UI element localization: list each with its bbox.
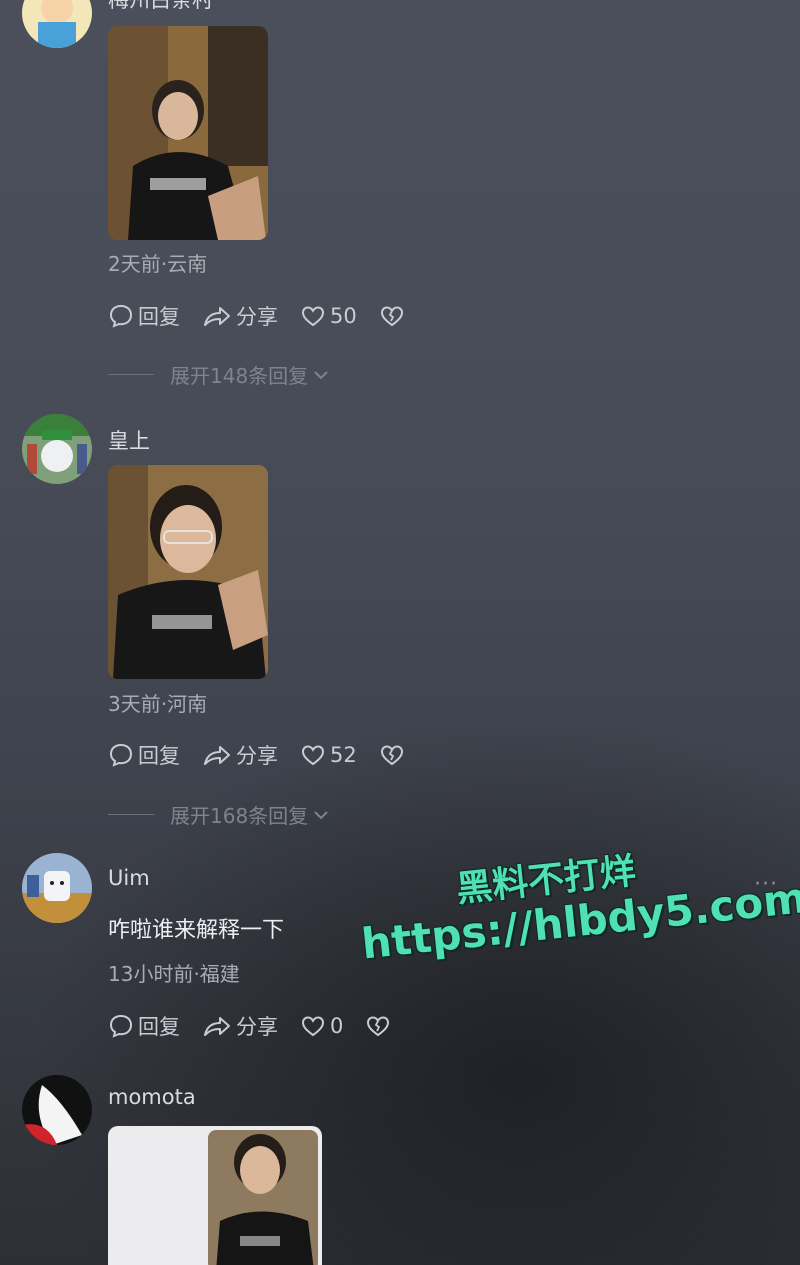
like-button[interactable]: 52 bbox=[300, 742, 357, 768]
reply-button[interactable]: 回复 bbox=[108, 1011, 180, 1041]
heart-icon bbox=[301, 745, 325, 766]
comment-actions: 回复 分享 50 bbox=[108, 300, 431, 332]
chevron-down-icon bbox=[314, 810, 328, 819]
avatar[interactable] bbox=[22, 1075, 92, 1145]
avatar[interactable] bbox=[22, 853, 92, 923]
comment-meta: 3天前·河南 bbox=[108, 692, 208, 716]
dislike-button[interactable] bbox=[379, 303, 409, 329]
comment-photo[interactable] bbox=[108, 26, 268, 240]
reply-label: 回复 bbox=[138, 1015, 180, 1039]
like-count: 50 bbox=[330, 304, 357, 328]
comment-photo[interactable] bbox=[108, 1126, 322, 1265]
avatar[interactable] bbox=[22, 414, 92, 484]
username[interactable]: 梅州白条村 bbox=[108, 0, 213, 14]
like-button[interactable]: 50 bbox=[300, 303, 357, 329]
watermark: 黑料不打烊 https://hlbdy5.com bbox=[355, 833, 800, 969]
reply-label: 回复 bbox=[138, 305, 180, 329]
username[interactable]: 皇上 bbox=[108, 425, 150, 455]
comment-meta: 2天前·云南 bbox=[108, 252, 208, 276]
chat-bubble-icon bbox=[109, 1014, 133, 1038]
broken-heart-icon bbox=[380, 745, 403, 766]
expand-label: 展开148条回复 bbox=[170, 364, 309, 388]
expand-replies[interactable]: 展开148条回复 bbox=[108, 360, 330, 389]
comment-actions: 回复 分享 0 bbox=[108, 1010, 417, 1042]
comment-photo[interactable] bbox=[108, 465, 268, 679]
reply-button[interactable]: 回复 bbox=[108, 301, 180, 331]
chat-bubble-icon bbox=[109, 743, 133, 767]
share-arrow-icon bbox=[204, 746, 230, 765]
comment-actions: 回复 分享 52 bbox=[108, 739, 431, 771]
share-label: 分享 bbox=[236, 744, 278, 768]
username[interactable]: momota bbox=[108, 1085, 196, 1109]
heart-icon bbox=[301, 1016, 325, 1037]
share-label: 分享 bbox=[236, 1015, 278, 1039]
like-button[interactable]: 0 bbox=[300, 1013, 343, 1039]
dislike-button[interactable] bbox=[365, 1013, 395, 1039]
expand-replies[interactable]: 展开168条回复 bbox=[108, 800, 330, 829]
chevron-down-icon bbox=[314, 370, 328, 379]
comment-text: 咋啦谁来解释一下 bbox=[108, 918, 285, 943]
broken-heart-icon bbox=[380, 306, 403, 327]
comment-meta: 13小时前·福建 bbox=[108, 962, 240, 986]
like-count: 52 bbox=[330, 743, 357, 767]
avatar[interactable] bbox=[22, 0, 92, 48]
like-count: 0 bbox=[330, 1014, 344, 1038]
divider bbox=[108, 814, 154, 815]
share-arrow-icon bbox=[204, 1017, 230, 1036]
share-button[interactable]: 分享 bbox=[202, 1011, 278, 1041]
reply-label: 回复 bbox=[138, 744, 180, 768]
dislike-button[interactable] bbox=[379, 742, 409, 768]
share-button[interactable]: 分享 bbox=[202, 301, 278, 331]
divider bbox=[108, 374, 154, 375]
username[interactable]: Uim bbox=[108, 866, 150, 890]
chat-bubble-icon bbox=[109, 304, 133, 328]
reply-button[interactable]: 回复 bbox=[108, 740, 180, 770]
share-button[interactable]: 分享 bbox=[202, 740, 278, 770]
share-arrow-icon bbox=[204, 307, 230, 326]
heart-icon bbox=[301, 306, 325, 327]
share-label: 分享 bbox=[236, 305, 278, 329]
broken-heart-icon bbox=[367, 1016, 390, 1037]
expand-label: 展开168条回复 bbox=[170, 804, 309, 828]
